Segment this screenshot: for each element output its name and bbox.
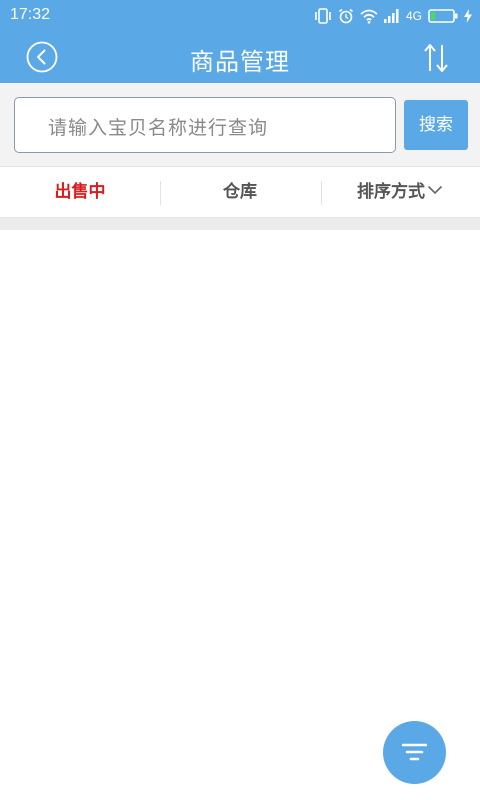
- search-button[interactable]: 搜索: [404, 100, 468, 150]
- tab-sort-method[interactable]: 排序方式: [320, 167, 480, 217]
- network-label: 4G: [405, 9, 422, 23]
- search-placeholder: 请输入宝贝名称进行查询: [48, 117, 269, 139]
- tab-bar: 出售中 仓库 排序方式: [0, 166, 480, 218]
- wifi-icon: [360, 9, 378, 24]
- list-separator: [0, 218, 480, 230]
- search-bar: 请输入宝贝名称进行查询 搜索: [0, 83, 480, 166]
- filter-icon: [402, 743, 427, 761]
- signal-icon: [383, 9, 400, 23]
- alarm-icon: [338, 8, 354, 24]
- filter-fab-button[interactable]: [383, 721, 446, 784]
- tab-selling[interactable]: 出售中: [0, 167, 160, 217]
- product-management-screen: 17:32 4G 商品管理 请输入宝贝名称进行查询 搜索 出售中 仓库 排序方式: [0, 0, 480, 800]
- tab-warehouse[interactable]: 仓库: [160, 167, 320, 217]
- battery-icon: [428, 9, 458, 23]
- sort-arrows-icon: [424, 44, 448, 72]
- status-icons: 4G: [314, 6, 472, 26]
- search-input[interactable]: 请输入宝贝名称进行查询: [14, 97, 396, 153]
- charging-icon: [464, 9, 472, 23]
- app-bar: 商品管理: [0, 32, 480, 83]
- tab-sort-label: 排序方式: [357, 182, 425, 202]
- chevron-down-icon: [427, 165, 443, 215]
- tab-selling-label: 出售中: [54, 182, 106, 202]
- status-time: 17:32: [10, 6, 51, 23]
- product-list: [0, 230, 480, 800]
- page-title: 商品管理: [190, 48, 290, 76]
- tab-warehouse-label: 仓库: [223, 182, 257, 202]
- sort-toggle-button[interactable]: [422, 42, 450, 74]
- status-bar: 17:32 4G: [0, 0, 480, 32]
- vibrate-icon: [314, 8, 332, 24]
